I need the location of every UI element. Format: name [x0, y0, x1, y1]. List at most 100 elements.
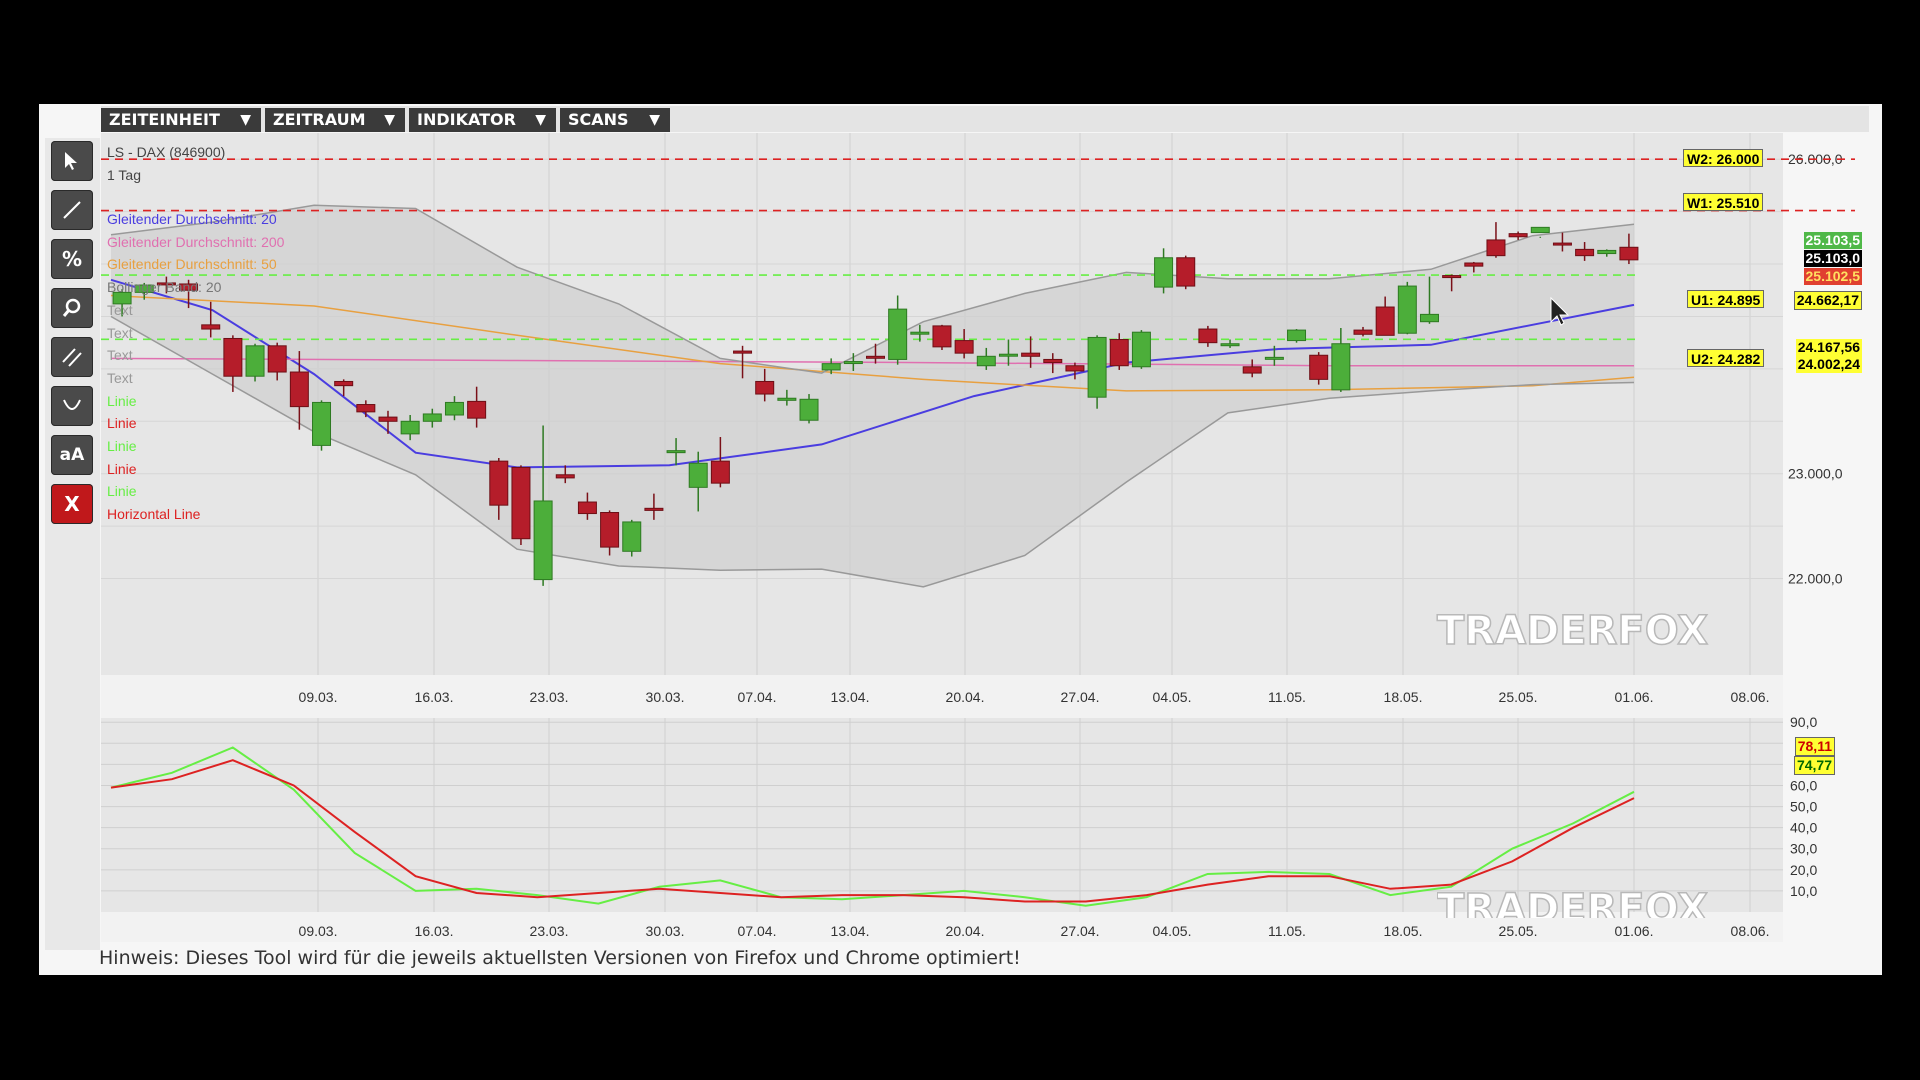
candle-body [1176, 257, 1196, 287]
oscillator-panel-bg [101, 718, 1783, 912]
legend-item[interactable]: Gleitender Durchschnitt: 20 [107, 211, 277, 227]
chart-period: 1 Tag [107, 167, 141, 183]
x-tick-label: 27.04. [1061, 689, 1100, 705]
candle-body [533, 500, 553, 581]
legend-item[interactable]: Linie [107, 483, 137, 499]
candle-body [710, 460, 730, 484]
candle-body [289, 371, 309, 408]
x-tick-label: 20.04. [946, 689, 985, 705]
level-label-u1[interactable]: U1: 24.895 [1687, 290, 1765, 308]
candle-body [1442, 275, 1462, 279]
y-tick-label: 60,0 [1790, 777, 1817, 793]
candle-body [1154, 257, 1174, 288]
x-tick-label: 23.03. [530, 923, 569, 939]
candle-body [1309, 354, 1329, 380]
y-tick-label: 90,0 [1790, 714, 1817, 730]
candle-body [1597, 249, 1617, 255]
legend-item[interactable]: Bollinger Band: 20 [107, 279, 221, 295]
legend-item[interactable]: Linie [107, 438, 137, 454]
candle-body [777, 397, 797, 401]
x-tick-label: 18.05. [1384, 689, 1423, 705]
candle-body [1198, 328, 1218, 344]
x-tick-label: 11.05. [1268, 689, 1306, 705]
legend-item[interactable]: Gleitender Durchschnitt: 200 [107, 234, 284, 250]
candle-body [1375, 306, 1395, 336]
legend-item[interactable]: Gleitender Durchschnitt: 50 [107, 256, 277, 272]
legend-item[interactable]: Linie [107, 393, 137, 409]
candle-body [1486, 239, 1506, 257]
candle-body [688, 462, 708, 488]
x-tick-label: 01.06. [1615, 923, 1654, 939]
candle-body [755, 380, 775, 395]
price-label-sma20: 24.662,17 [1793, 291, 1862, 310]
legend-item[interactable]: Text [107, 325, 133, 341]
candle-body [1419, 313, 1439, 323]
candle-body [1287, 329, 1307, 342]
y-tick-label: 22.000,0 [1788, 571, 1843, 587]
price-label-sma50: 24.002,24 [1795, 356, 1862, 373]
x-tick-label: 04.05. [1153, 689, 1192, 705]
candle-body [910, 331, 930, 335]
candle-body [1264, 356, 1284, 360]
candle-body [467, 400, 487, 419]
chart-title: LS - DAX (846900) [107, 144, 226, 160]
candle-body [444, 401, 464, 416]
candle-body [888, 308, 908, 360]
x-tick-label: 20.04. [946, 923, 985, 939]
hint-text: Hinweis: Dieses Tool wird für die jeweil… [99, 947, 1021, 969]
candle-body [1043, 358, 1063, 364]
y-tick-label: 10,0 [1790, 883, 1817, 899]
x-tick-label: 25.05. [1499, 923, 1538, 939]
candle-body [356, 404, 376, 413]
legend-item[interactable]: Text [107, 347, 133, 363]
x-tick-label: 30.03. [646, 689, 685, 705]
x-tick-label: 07.04. [738, 689, 777, 705]
candle-body [622, 521, 642, 552]
y-tick-label: 50,0 [1790, 799, 1817, 815]
candle-body [1242, 366, 1262, 374]
legend-item[interactable]: Linie [107, 415, 137, 431]
legend-item[interactable]: Horizontal Line [107, 506, 200, 522]
candle-body [666, 450, 686, 454]
candle-body [1619, 246, 1639, 261]
candle-body [577, 501, 597, 515]
candle-body [998, 353, 1018, 357]
candle-body [1109, 339, 1129, 367]
legend-item[interactable]: Linie [107, 461, 137, 477]
candle-body [1087, 336, 1107, 398]
x-tick-label: 08.06. [1731, 923, 1770, 939]
legend-item[interactable]: Text [107, 302, 133, 318]
candle-body [312, 401, 332, 446]
x-tick-label: 16.03. [415, 689, 454, 705]
candle-body [1331, 343, 1351, 391]
x-tick-label: 13.04. [831, 923, 870, 939]
candle-body [489, 460, 509, 506]
x-tick-label: 27.04. [1061, 923, 1100, 939]
candle-body [555, 474, 575, 479]
candle-body [1021, 352, 1041, 357]
level-label-u2[interactable]: U2: 24.282 [1687, 349, 1765, 367]
legend-item[interactable]: Text [107, 370, 133, 386]
candle-body [821, 363, 841, 371]
x-tick-label: 08.06. [1731, 689, 1770, 705]
candle-body [378, 416, 398, 422]
x-tick-label: 09.03. [299, 689, 338, 705]
chart-canvas[interactable]: 09.03. 09.03. 16.03. 16.03. 23.03. 23.03. 30.0… [0, 0, 1920, 1080]
candle-body [422, 413, 442, 422]
candle-body [644, 507, 664, 511]
level-label-w1[interactable]: W1: 25.510 [1683, 193, 1764, 211]
x-tick-label: 25.05. [1499, 689, 1538, 705]
candle-body [733, 350, 753, 354]
candle-body [1397, 285, 1417, 334]
candle-body [932, 325, 952, 348]
y-tick-label: 30,0 [1790, 841, 1817, 857]
candle-body [1575, 248, 1595, 257]
y-tick-label: 40,0 [1790, 820, 1817, 836]
y-tick-label: 20,0 [1790, 862, 1817, 878]
candle-body [334, 380, 354, 387]
candle-body [1552, 242, 1572, 246]
candle-body [600, 512, 620, 548]
x-tick-label: 01.06. [1615, 689, 1654, 705]
level-label-w2[interactable]: W2: 26.000 [1683, 149, 1764, 167]
price-label-bid: 25.102,5 [1803, 268, 1862, 285]
